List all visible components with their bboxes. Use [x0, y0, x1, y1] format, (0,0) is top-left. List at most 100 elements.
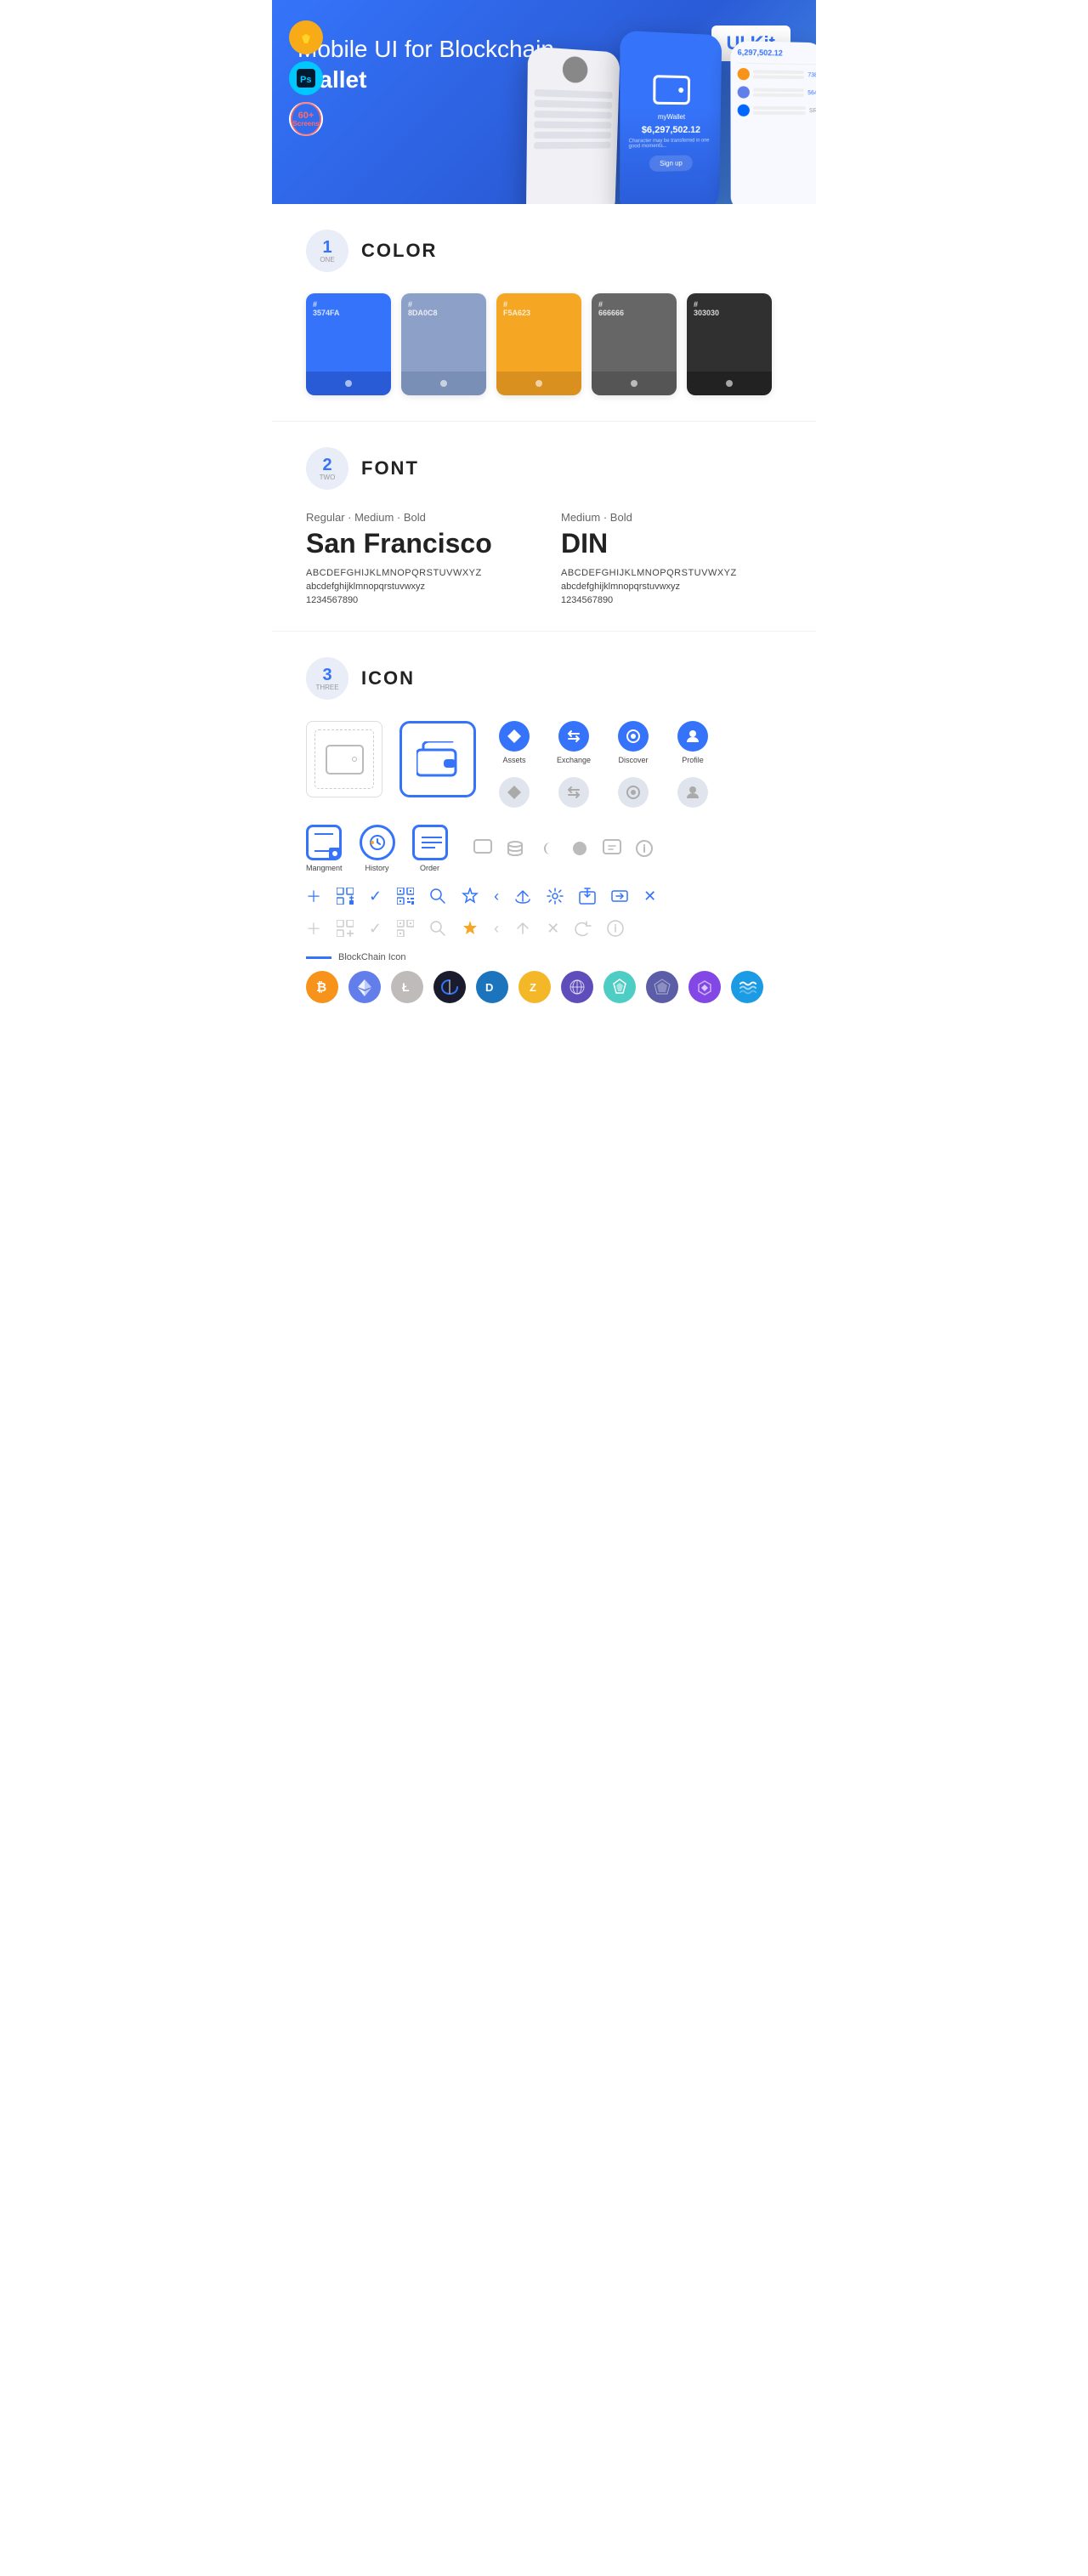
din-name: DIN: [561, 528, 782, 559]
exchange-icon-gray-circle: [558, 777, 589, 808]
discover-icon: [618, 721, 649, 752]
exchange-icon: [558, 721, 589, 752]
sf-lowercase: abcdefghijklmnopqrstuvwxyz: [306, 582, 527, 592]
profile-icon-gray: [672, 777, 714, 808]
din-numbers: 1234567890: [561, 595, 782, 605]
hero-badges: Ps 60+ Screens: [289, 20, 323, 136]
icon-section: 3 THREE ICON: [272, 631, 816, 1054]
font-title: FONT: [361, 457, 419, 479]
icon-section-header: 3 THREE ICON: [306, 657, 782, 700]
assets-icon: [499, 721, 530, 752]
share-icon: [514, 888, 531, 905]
swatch-orange: #F5A623: [496, 293, 581, 395]
svg-text:Ł: Ł: [402, 980, 410, 994]
wabi-icon: [604, 971, 636, 1003]
export-icon: [579, 888, 596, 905]
grid-plus-icon: [337, 888, 354, 905]
sketch-badge: [289, 20, 323, 54]
history-icon: [360, 825, 395, 860]
color-swatches-row: #3574FA #8DA0C8 #F5A623 #666666 #303030: [306, 293, 782, 395]
order-icon-item: Order: [412, 825, 448, 872]
x-icon-gray: ✕: [547, 920, 559, 938]
info-icon-gray: [607, 920, 624, 937]
management-label: Mangment: [306, 864, 343, 872]
assets-icon-gray: [493, 777, 536, 808]
phone-mock-2: myWallet $6,297,502.12 Character may be …: [620, 31, 722, 204]
hero-section: Mobile UI for Blockchain Wallet UI Kit P…: [272, 0, 816, 204]
message-box-icon: [603, 839, 621, 858]
history-icon-item: History: [360, 825, 395, 872]
din-style-label: Medium · Bold: [561, 511, 782, 524]
chat-icon: [473, 839, 492, 858]
icon-section-number: 3 THREE: [306, 657, 348, 700]
color-title: COLOR: [361, 240, 437, 262]
discover-label: Discover: [618, 756, 648, 764]
phone-mock-3: 6,297,502.12 738 564: [730, 41, 816, 204]
wallet-grid-construction: [306, 721, 382, 797]
circle-icon: [570, 839, 589, 858]
management-icon-item: Mangment: [306, 825, 343, 872]
font-section-number: 2 TWO: [306, 447, 348, 490]
sf-uppercase: ABCDEFGHIJKLMNOPQRSTUVWXYZ: [306, 568, 527, 578]
din-lowercase: abcdefghijklmnopqrstuvwxyz: [561, 582, 782, 592]
din-uppercase: ABCDEFGHIJKLMNOPQRSTUVWXYZ: [561, 568, 782, 578]
info-icon: [635, 839, 654, 858]
profile-label: Profile: [682, 756, 704, 764]
ps-badge: Ps: [289, 61, 323, 95]
font-section-header: 2 TWO FONT: [306, 447, 782, 490]
dash-icon: D: [476, 971, 508, 1003]
ethereum-icon: [348, 971, 381, 1003]
icon-title: ICON: [361, 667, 415, 689]
tool-icons-row-blue: ＋ ✓ ‹: [306, 885, 782, 907]
profile-icon: [677, 721, 708, 752]
redo-icon-gray: [575, 920, 592, 937]
zcash-icon: Z: [518, 971, 551, 1003]
color-section: 1 ONE COLOR #3574FA #8DA0C8 #F5A623 #666…: [272, 204, 816, 421]
crypto-icons-row: ₿ Ł D: [306, 971, 782, 1003]
settings-icon: [547, 888, 564, 905]
color-section-number: 1 ONE: [306, 230, 348, 272]
swatch-blue: #3574FA: [306, 293, 391, 395]
litecoin-icon: Ł: [391, 971, 423, 1003]
star-icon: [462, 888, 479, 905]
grid-plus-icon-gray: [337, 920, 354, 937]
moon-icon: [538, 839, 557, 858]
icon-row-colored: Assets Exchange: [493, 721, 714, 764]
plus-icon: ＋: [306, 885, 321, 907]
tool-icons-row-gray: ＋ ✓ ‹ ✕: [306, 917, 782, 939]
close-icon: ✕: [643, 888, 656, 905]
exchange-label: Exchange: [557, 756, 591, 764]
star-icon-gold: [462, 920, 479, 937]
assets-icon-gray-circle: [499, 777, 530, 808]
wallet-icon-grid: Assets Exchange: [306, 721, 782, 808]
swatch-blue-gray: #8DA0C8: [401, 293, 486, 395]
phone-mockups: myWallet $6,297,502.12 Character may be …: [510, 17, 816, 204]
svg-text:Ps: Ps: [300, 75, 311, 85]
color-section-header: 1 ONE COLOR: [306, 230, 782, 272]
transfer-icon: [611, 888, 628, 905]
discover-icon-gray-circle: [618, 777, 649, 808]
chevron-left-icon-gray: ‹: [494, 920, 499, 938]
qr-icon-gray: [397, 920, 414, 937]
svg-text:D: D: [485, 981, 493, 994]
profile-icon-gray-circle: [677, 777, 708, 808]
sf-style-label: Regular · Medium · Bold: [306, 511, 527, 524]
assets-icon-item: Assets: [493, 721, 536, 764]
exchange-icon-item: Exchange: [552, 721, 595, 764]
sf-numbers: 1234567890: [306, 595, 527, 605]
blockchain-label: BlockChain Icon: [338, 952, 406, 962]
discover-icon-gray: [612, 777, 654, 808]
svg-text:₿: ₿: [316, 980, 326, 995]
stratis-icon: [731, 971, 763, 1003]
icon-row-gray: [493, 777, 714, 808]
misc-icons-row: Mangment History Order: [306, 825, 782, 872]
blockchain-icons-label: BlockChain Icon: [306, 952, 782, 962]
assets-label: Assets: [502, 756, 525, 764]
icon-set-container: Assets Exchange: [493, 721, 714, 808]
waves-icon: [434, 971, 466, 1003]
svg-text:Z: Z: [530, 981, 536, 994]
font-col-sf: Regular · Medium · Bold San Francisco AB…: [306, 511, 527, 605]
font-col-din: Medium · Bold DIN ABCDEFGHIJKLMNOPQRSTUV…: [561, 511, 782, 605]
check-icon: ✓: [369, 888, 382, 905]
font-section: 2 TWO FONT Regular · Medium · Bold San F…: [272, 421, 816, 631]
